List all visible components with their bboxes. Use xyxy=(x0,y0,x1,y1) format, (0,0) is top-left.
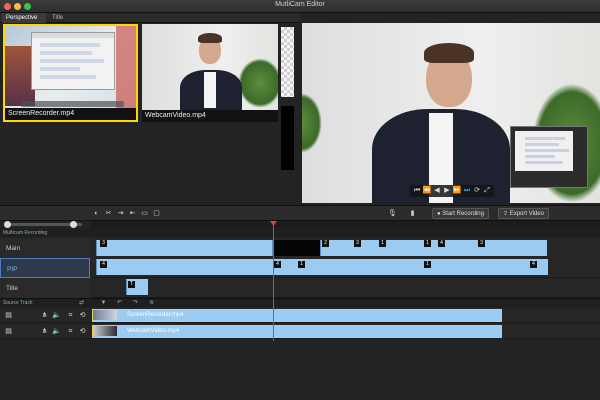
skip-to-end-icon[interactable]: ⏭ xyxy=(462,185,472,197)
multicam-header: Multicam Recording xyxy=(0,229,90,237)
audio-levels-icon[interactable]: ▮ xyxy=(408,209,417,218)
marker[interactable]: 1 xyxy=(379,240,386,247)
volume-icon[interactable]: 🔈 xyxy=(52,327,61,336)
aspect-icon[interactable]: ▢ xyxy=(152,209,161,218)
clip-label: ScreenRecorder.mp4 xyxy=(127,312,184,318)
clip-thumbnail xyxy=(93,310,117,320)
microphone-icon[interactable]: 🎙 xyxy=(388,209,397,218)
share-icon[interactable]: ⋔ xyxy=(40,311,49,320)
source-row-lane[interactable]: WebcamVideo.mp4 xyxy=(90,324,600,339)
source-label: WebcamVideo.mp4 xyxy=(142,110,278,122)
marker[interactable]: 1 xyxy=(424,261,431,268)
app-title: MutliCam Editor xyxy=(275,1,325,8)
loop-icon[interactable]: ⟳ xyxy=(472,185,482,197)
title-track-lane[interactable]: T xyxy=(90,278,600,298)
marker[interactable]: 1 xyxy=(424,240,431,247)
fullscreen-icon[interactable]: ⤢ xyxy=(482,185,492,197)
timeline-zoom-slider[interactable] xyxy=(4,221,82,228)
share-icon[interactable]: ⋔ xyxy=(40,327,49,336)
screen-recording-preview xyxy=(5,26,136,108)
rewind-icon[interactable]: ◀ xyxy=(432,185,442,197)
color-adjust-icon[interactable]: ◐ xyxy=(92,209,101,218)
transparent-source-slot[interactable] xyxy=(281,27,294,97)
undo-icon[interactable]: ↶ xyxy=(116,300,123,307)
source-row-lane[interactable]: ScreenRecorder.mp4 xyxy=(90,308,600,323)
rotate-icon[interactable]: ⟲ xyxy=(78,311,87,320)
next-frame-icon[interactable]: ⏩ xyxy=(452,185,462,197)
marker[interactable]: 1 xyxy=(298,261,305,268)
main-preview xyxy=(302,23,600,203)
source-thumbnail-screenrecorder[interactable]: ScreenRecorder.mp4 xyxy=(3,24,138,122)
crop-icon[interactable]: ⌗ xyxy=(66,327,75,336)
playhead[interactable] xyxy=(273,221,274,341)
pip-overlay[interactable] xyxy=(510,126,588,188)
split-icon[interactable]: ⇥ xyxy=(116,209,125,218)
merge-icon[interactable]: ⇤ xyxy=(128,209,137,218)
pip-track-lane[interactable]: 4 4 1 1 4 xyxy=(90,258,600,278)
marker[interactable]: T xyxy=(128,281,135,288)
multicam-editor-window: MutliCam Editor Perspective Title Screen… xyxy=(0,0,600,400)
source-row-controls: ▤ ⋔ 🔈 ⌗ ⟲ xyxy=(0,324,90,339)
rotate-icon[interactable]: ⟲ xyxy=(78,327,87,336)
skip-to-start-icon[interactable]: ⏮ xyxy=(412,185,422,197)
marker[interactable]: 2 xyxy=(322,240,329,247)
multicam-header-bar xyxy=(90,229,600,237)
marker[interactable]: 3 xyxy=(478,240,485,247)
clip-label: WebcamVideo.mp4 xyxy=(127,328,180,334)
source-thumbnail-webcam[interactable]: WebcamVideo.mp4 xyxy=(142,24,278,122)
webcam-preview xyxy=(142,24,278,110)
redo-icon[interactable]: ↷ xyxy=(132,300,139,307)
marker[interactable]: 3 xyxy=(100,240,107,247)
source-clip[interactable]: WebcamVideo.mp4 xyxy=(92,325,502,338)
edit-toolbar: ◐ ✂ ⇥ ⇤ ▭ ▢ 🎙 ▮ ● Start Recording ⇪ Expo… xyxy=(0,205,600,221)
track-title[interactable]: Title xyxy=(0,278,90,300)
source-track-header: Source Track ⇄ ▼ ↶ ↷ ≋ xyxy=(0,298,600,307)
playback-controls: ⏮ ⏪ ◀ ▶ ⏩ ⏭ ⟳ ⤢ xyxy=(410,185,494,197)
tab-title[interactable]: Title xyxy=(48,13,78,23)
marker-icon[interactable]: ▼ xyxy=(100,300,107,307)
marker[interactable]: 4 xyxy=(274,261,281,268)
main-track-lane[interactable]: 3 2 3 1 1 4 3 xyxy=(90,238,600,260)
main-clip-black[interactable] xyxy=(272,240,320,256)
title-bar: MutliCam Editor xyxy=(0,0,600,13)
source-label: ScreenRecorder.mp4 xyxy=(5,108,136,120)
marker[interactable]: 4 xyxy=(100,261,107,268)
timeline-ruler[interactable] xyxy=(90,221,600,228)
empty-timeline-area xyxy=(0,341,600,400)
crop-icon[interactable]: ▭ xyxy=(140,209,149,218)
marker[interactable]: 3 xyxy=(354,240,361,247)
file-icon: ▤ xyxy=(5,328,12,335)
tab-perspective[interactable]: Perspective xyxy=(2,13,46,23)
volume-icon[interactable]: 🔈 xyxy=(52,311,61,320)
source-track-title: Source Track xyxy=(3,300,33,306)
previous-frame-icon[interactable]: ⏪ xyxy=(422,185,432,197)
source-row-controls: ▤ ⋔ 🔈 ⌗ ⟲ xyxy=(0,308,90,323)
marker[interactable]: 4 xyxy=(530,261,537,268)
track-pip[interactable]: PIP xyxy=(0,258,90,278)
source-tabs: Perspective Title xyxy=(0,13,300,23)
play-icon[interactable]: ▶ xyxy=(442,185,452,197)
waveform-icon[interactable]: ≋ xyxy=(148,300,155,307)
pip-clip[interactable] xyxy=(96,259,548,275)
sync-icon[interactable]: ⇄ xyxy=(78,300,85,307)
zoom-slider-knob[interactable] xyxy=(4,221,11,228)
empty-source-slot[interactable] xyxy=(281,106,294,170)
source-clip[interactable]: ScreenRecorder.mp4 xyxy=(92,309,502,322)
file-icon: ▤ xyxy=(5,312,12,319)
marker[interactable]: 4 xyxy=(438,240,445,247)
clip-thumbnail xyxy=(93,326,117,336)
main-clip[interactable] xyxy=(96,240,272,256)
crop-icon[interactable]: ⌗ xyxy=(66,311,75,320)
export-video-button[interactable]: ⇪ Export Video xyxy=(498,208,549,219)
start-recording-button[interactable]: ● Start Recording xyxy=(432,208,489,219)
track-main[interactable]: Main xyxy=(0,238,90,260)
zoom-slider-knob-end[interactable] xyxy=(70,221,77,228)
trim-icon[interactable]: ✂ xyxy=(104,209,113,218)
